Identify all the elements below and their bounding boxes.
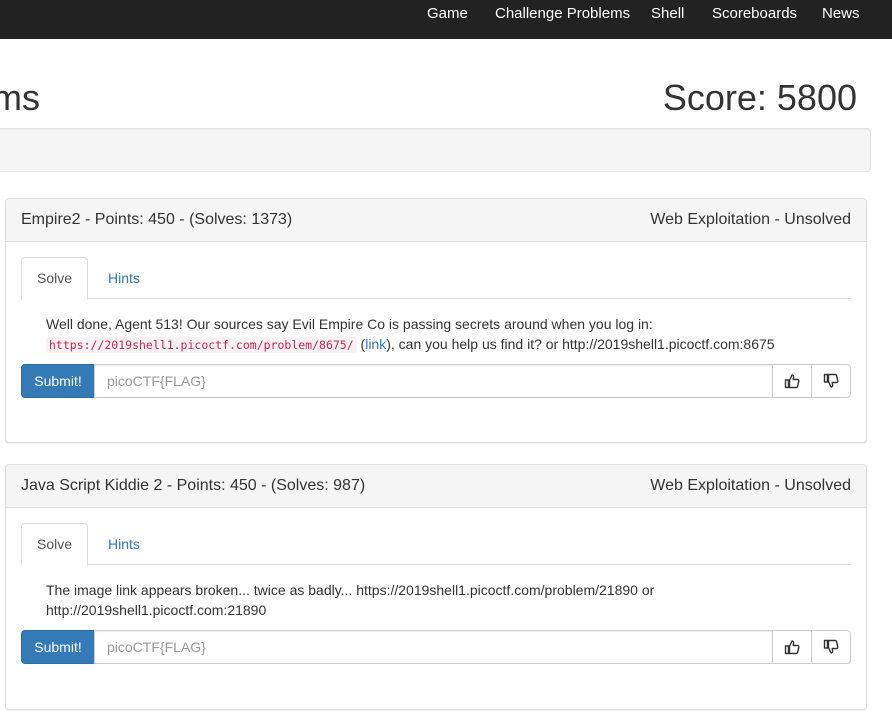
- problem-panel-java-script-kiddie-2: Java Script Kiddie 2 - Points: 450 - (So…: [5, 464, 867, 710]
- flag-submit-group: Submit!: [21, 630, 851, 664]
- link-open-paren: (: [356, 336, 366, 352]
- submit-button[interactable]: Submit!: [21, 364, 95, 398]
- nav-item-scoreboards[interactable]: Scoreboards: [712, 0, 797, 27]
- submit-button[interactable]: Submit!: [21, 630, 95, 664]
- tab-solve[interactable]: Solve: [21, 523, 89, 566]
- nav-item-challenge-problems[interactable]: Challenge Problems: [495, 0, 630, 27]
- thumbs-up-icon: [784, 374, 800, 389]
- nav-item-game[interactable]: Game: [427, 0, 468, 27]
- filter-bar: [0, 128, 871, 172]
- downvote-button[interactable]: [811, 364, 851, 398]
- description-text-2: ), can you help us find it? or http://20…: [386, 336, 775, 352]
- problem-description: The image link appears broken... twice a…: [46, 580, 846, 620]
- problem-tabs: Solve Hints: [21, 257, 851, 300]
- problem-url-code: https://2019shell1.picoctf.com/problem/8…: [46, 337, 357, 353]
- problem-description: Well done, Agent 513! Our sources say Ev…: [46, 314, 846, 355]
- downvote-button[interactable]: [811, 630, 851, 664]
- top-navbar: Game Challenge Problems Shell Scoreboard…: [0, 0, 892, 39]
- upvote-button[interactable]: [772, 364, 812, 398]
- problem-heading[interactable]: Empire2 - Points: 450 - (Solves: 1373) W…: [6, 199, 866, 242]
- flag-input[interactable]: [94, 630, 773, 664]
- problem-heading[interactable]: Java Script Kiddie 2 - Points: 450 - (So…: [6, 465, 866, 508]
- description-text: The image link appears broken... twice a…: [46, 582, 655, 618]
- score-display: Score: 5800: [662, 77, 857, 118]
- thumbs-up-icon: [784, 640, 800, 655]
- nav-item-shell[interactable]: Shell: [651, 0, 684, 27]
- problem-tabs: Solve Hints: [21, 523, 851, 566]
- page-title: ms: [0, 77, 40, 118]
- problem-title: Java Script Kiddie 2 - Points: 450 - (So…: [21, 477, 366, 494]
- thumbs-down-icon: [823, 373, 839, 388]
- description-text: Well done, Agent 513! Our sources say Ev…: [46, 316, 653, 332]
- flag-input[interactable]: [94, 364, 773, 398]
- nav-item-news[interactable]: News: [822, 0, 860, 27]
- problem-title: Empire2 - Points: 450 - (Solves: 1373): [21, 211, 293, 228]
- upvote-button[interactable]: [772, 630, 812, 664]
- problem-category-status: Web Exploitation - Unsolved: [650, 477, 851, 494]
- tab-hints[interactable]: Hints: [92, 257, 156, 299]
- flag-submit-group: Submit!: [21, 364, 851, 398]
- tab-solve[interactable]: Solve: [21, 257, 89, 300]
- thumbs-down-icon: [823, 639, 839, 654]
- problem-category-status: Web Exploitation - Unsolved: [650, 211, 851, 228]
- problem-panel-empire2: Empire2 - Points: 450 - (Solves: 1373) W…: [5, 198, 867, 443]
- problem-link[interactable]: link: [365, 336, 386, 352]
- tab-hints[interactable]: Hints: [92, 523, 156, 565]
